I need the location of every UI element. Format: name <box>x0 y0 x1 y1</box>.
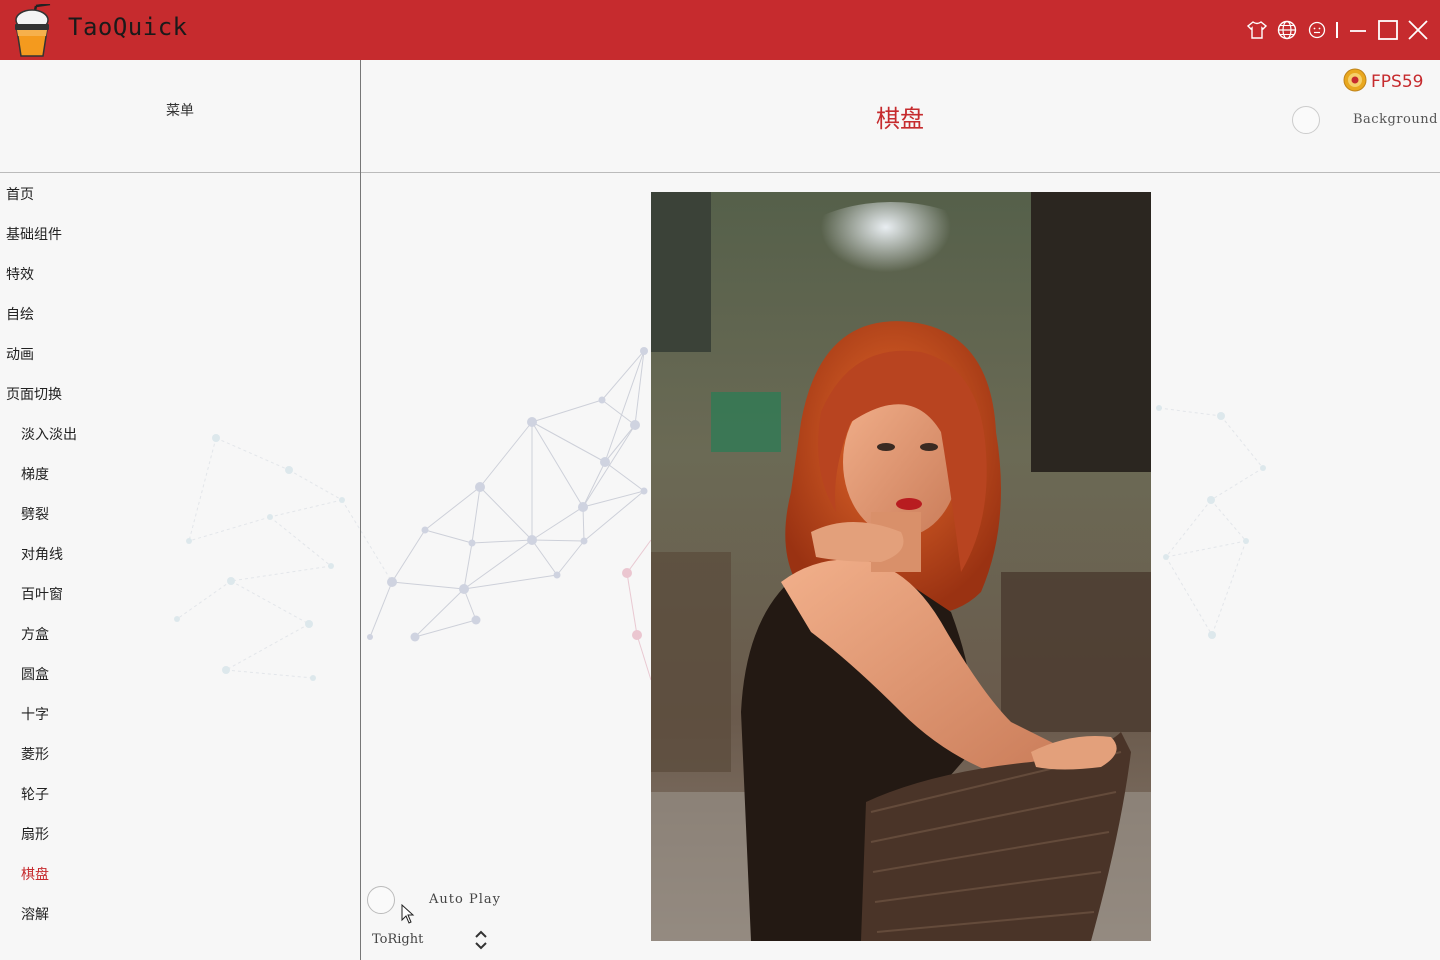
auto-play-label: Auto Play <box>429 892 501 907</box>
sidebar-item[interactable]: 扇形 <box>21 824 49 844</box>
sidebar-item[interactable]: 页面切换 <box>6 384 62 404</box>
background-label: Background <box>1353 112 1438 127</box>
sidebar-item[interactable]: 特效 <box>6 264 34 284</box>
title-bar: TaoQuick <box>0 0 1440 60</box>
language-icon[interactable] <box>1275 18 1299 42</box>
sidebar-item[interactable]: 动画 <box>6 344 34 364</box>
sidebar-item[interactable]: 基础组件 <box>6 224 62 244</box>
sidebar-item[interactable]: 棋盘 <box>21 864 49 884</box>
sidebar-item[interactable]: 自绘 <box>6 304 34 324</box>
page-title: 棋盘 <box>876 105 924 133</box>
sidebar-item[interactable]: 百叶窗 <box>21 584 63 604</box>
panel-divider[interactable] <box>360 60 361 960</box>
auto-play-toggle[interactable] <box>367 886 395 914</box>
sidebar-divider <box>0 172 360 173</box>
sidebar-item[interactable]: 劈裂 <box>21 504 49 524</box>
sidebar-item[interactable]: 淡入淡出 <box>21 424 77 444</box>
sidebar-item[interactable]: 菱形 <box>21 744 49 764</box>
sidebar <box>0 60 360 960</box>
header-divider <box>361 172 1440 173</box>
minimize-icon[interactable] <box>1346 18 1370 42</box>
fps-icon <box>1343 68 1367 96</box>
fps-label: FPS59 <box>1371 72 1424 92</box>
sidebar-item[interactable]: 方盒 <box>21 624 49 644</box>
sidebar-item[interactable]: 溶解 <box>21 904 49 924</box>
maximize-icon[interactable] <box>1376 18 1400 42</box>
sidebar-item[interactable]: 轮子 <box>21 784 49 804</box>
sidebar-item[interactable]: 圆盒 <box>21 664 49 684</box>
sidebar-item[interactable]: 十字 <box>21 704 49 724</box>
mouse-cursor-icon <box>401 903 415 924</box>
app-title: TaoQuick <box>68 13 188 41</box>
app-logo-icon <box>10 2 56 58</box>
close-icon[interactable] <box>1406 18 1430 42</box>
skin-icon[interactable] <box>1245 18 1269 42</box>
menu-header: 菜单 <box>166 103 194 119</box>
titlebar-separator <box>1336 22 1338 38</box>
direction-value: ToRight <box>372 932 424 947</box>
about-icon[interactable] <box>1305 18 1329 42</box>
background-toggle[interactable] <box>1292 106 1320 134</box>
sidebar-item[interactable]: 首页 <box>6 184 34 204</box>
direction-spinner-icon[interactable] <box>472 929 490 951</box>
fps-indicator: FPS59 <box>1343 68 1423 96</box>
sidebar-item[interactable]: 梯度 <box>21 464 49 484</box>
sidebar-item[interactable]: 对角线 <box>21 544 63 564</box>
transition-image <box>651 192 1151 941</box>
